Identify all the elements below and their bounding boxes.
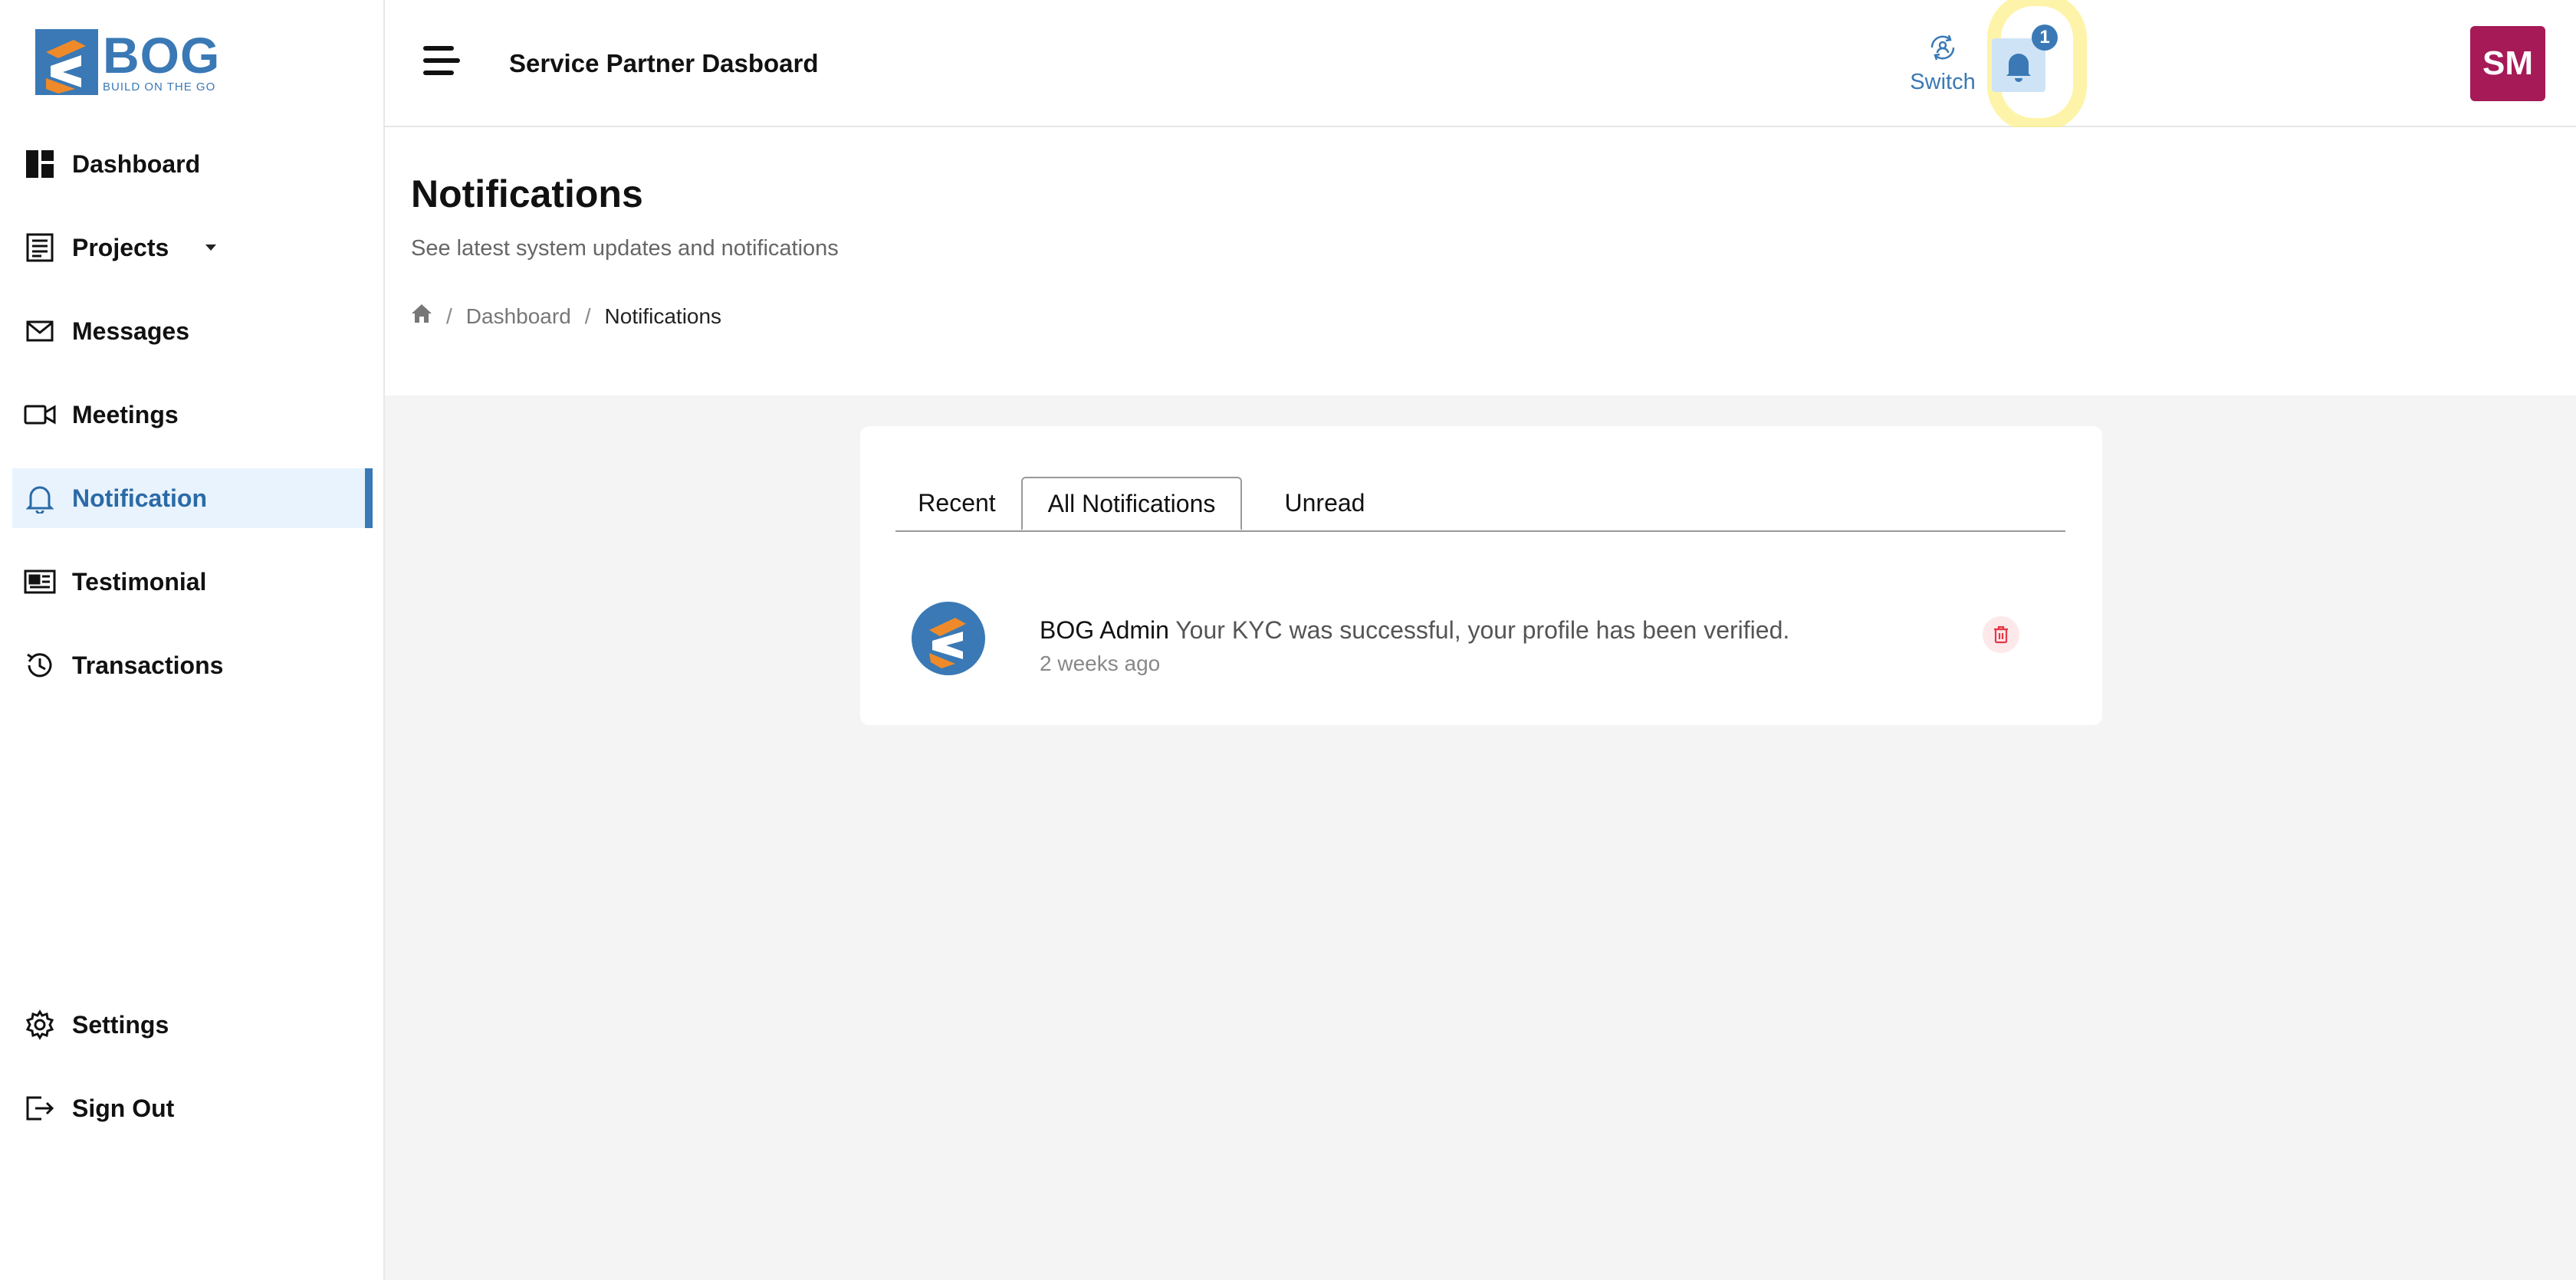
sidebar-item-label: Settings: [72, 1010, 169, 1039]
breadcrumb-current: Notifications: [604, 304, 722, 328]
sidebar-item-label: Testimonial: [72, 567, 207, 596]
tab-unread[interactable]: Unread: [1256, 477, 1394, 529]
sign-out-icon: [23, 1091, 57, 1125]
app-title: Service Partner Dasboard: [509, 49, 819, 77]
switch-label: Switch: [1910, 70, 1976, 94]
switch-account-button[interactable]: Switch: [1904, 31, 1981, 95]
delete-notification-button[interactable]: [1983, 616, 2019, 653]
sidebar-item-label: Notification: [72, 484, 207, 512]
brand-name: BOG: [103, 26, 221, 84]
sidebar-item-meetings[interactable]: Meetings: [12, 385, 373, 445]
breadcrumb: / Dashboard / Notifications: [411, 304, 721, 329]
tab-recent[interactable]: Recent: [895, 477, 1018, 529]
sidebar-item-messages[interactable]: Messages: [12, 301, 373, 361]
avatar[interactable]: SM: [2470, 26, 2545, 101]
bell-icon: [2006, 54, 2031, 82]
notification-count-badge: 1: [2032, 25, 2058, 51]
notifications-card: Recent All Notifications Unread BOG Admi…: [860, 426, 2102, 725]
notification-message: Your KYC was successful, your profile ha…: [1175, 616, 1790, 644]
top-header: Service Partner Dasboard: [385, 0, 2576, 127]
brand-logo[interactable]: BOG BUILD ON THE GO: [35, 29, 220, 95]
notification-time: 2 weeks ago: [1040, 651, 1161, 675]
breadcrumb-dashboard-link[interactable]: Dashboard: [466, 304, 571, 329]
video-camera-icon: [23, 398, 57, 432]
home-icon[interactable]: [411, 304, 432, 329]
sidebar-item-label: Dashboard: [72, 149, 201, 178]
history-icon: [23, 648, 57, 682]
sidebar: BOG BUILD ON THE GO Dashboard Projects M…: [0, 0, 385, 1280]
breadcrumb-separator: /: [584, 304, 591, 328]
chevron-down-icon[interactable]: [205, 245, 217, 251]
main-content: Recent All Notifications Unread BOG Admi…: [385, 395, 2576, 1280]
sidebar-item-testimonial[interactable]: Testimonial: [12, 552, 373, 612]
sidebar-item-sign-out[interactable]: Sign Out: [12, 1078, 373, 1138]
dashboard-icon: [23, 147, 57, 181]
newspaper-icon: [23, 565, 57, 599]
tab-all-notifications[interactable]: All Notifications: [1021, 477, 1242, 530]
gear-icon: [23, 1008, 57, 1042]
sidebar-item-label: Projects: [72, 233, 169, 261]
envelope-icon: [23, 314, 57, 348]
sidebar-item-dashboard[interactable]: Dashboard: [12, 134, 373, 194]
brand-tagline: BUILD ON THE GO: [103, 80, 216, 94]
menu-toggle-icon[interactable]: [423, 46, 462, 78]
page-header: Notifications See latest system updates …: [385, 127, 2576, 395]
sidebar-item-label: Transactions: [72, 651, 224, 679]
sidebar-item-label: Meetings: [72, 400, 179, 428]
notification-item[interactable]: BOG Admin Your KYC was successful, your …: [911, 601, 2061, 685]
sidebar-item-settings[interactable]: Settings: [12, 995, 373, 1055]
page-title: Notifications: [411, 172, 643, 215]
notification-tabs: Recent All Notifications Unread: [895, 477, 2065, 532]
page-subtitle: See latest system updates and notificati…: [411, 236, 839, 261]
notification-sender: BOG Admin: [1040, 616, 1169, 644]
sidebar-item-label: Messages: [72, 317, 189, 345]
sidebar-item-label: Sign Out: [72, 1094, 175, 1122]
sidebar-item-transactions[interactable]: Transactions: [12, 635, 373, 695]
switch-user-icon: [1930, 34, 1955, 61]
sidebar-item-projects[interactable]: Projects: [12, 218, 373, 277]
document-list-icon: [23, 231, 57, 264]
bog-avatar-icon: [912, 602, 985, 675]
sidebar-item-notification[interactable]: Notification: [12, 468, 373, 528]
breadcrumb-separator: /: [446, 304, 452, 328]
bog-logo-icon: [35, 29, 98, 95]
trash-icon: [1994, 625, 2008, 644]
bell-icon: [23, 481, 57, 515]
